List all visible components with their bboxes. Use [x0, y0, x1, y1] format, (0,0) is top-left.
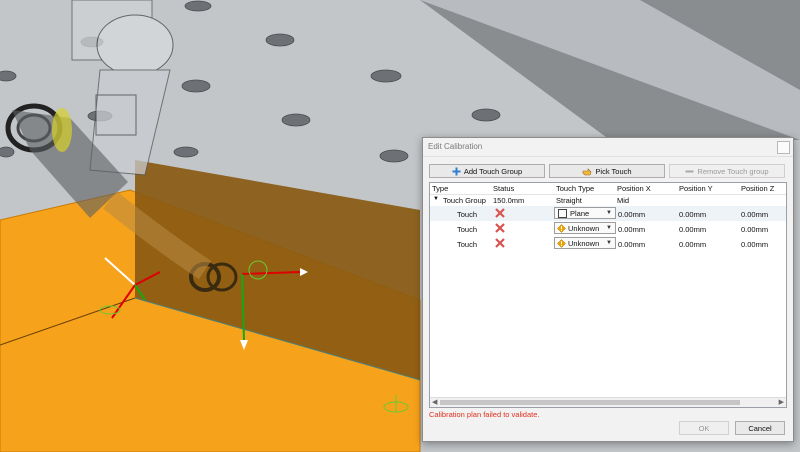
group-type: Touch Group — [443, 196, 486, 205]
add-touch-group-button[interactable]: Add Touch Group — [429, 164, 545, 178]
ok-button[interactable]: OK — [679, 421, 729, 435]
pick-touch-label: Pick Touch — [595, 166, 632, 176]
position-x-value: 0.00mm — [618, 210, 646, 219]
remove-touch-group-button[interactable]: Remove Touch group — [669, 164, 785, 178]
scroll-left-icon[interactable]: ◀ — [432, 398, 437, 406]
cancel-button[interactable]: Cancel — [735, 421, 785, 435]
column-header-status[interactable]: Status — [493, 184, 514, 193]
collapse-arrow-icon[interactable]: ▼ — [433, 196, 439, 202]
position-x-value: 0.00mm — [618, 240, 646, 249]
close-button[interactable] — [777, 141, 790, 154]
warning-diamond-icon — [557, 238, 566, 248]
plane-icon — [558, 208, 567, 218]
touch-type-dropdown[interactable]: Unknown ▼ — [554, 237, 616, 249]
column-header-type[interactable]: Type — [432, 184, 448, 193]
column-header-position-z[interactable]: Position Z — [741, 184, 774, 193]
touch-type-value: Unknown — [568, 238, 600, 248]
minus-icon — [685, 167, 694, 176]
dialog-title: Edit Calibration — [428, 142, 483, 151]
pick-touch-button[interactable]: Pick Touch — [549, 164, 665, 178]
touch-group-row[interactable]: ▼ Touch Group 150.0mm Straight Mid — [430, 195, 786, 206]
position-z-value: 0.00mm — [741, 210, 769, 219]
table-header: Type Status Touch Type Position X Positi… — [430, 183, 786, 195]
chevron-down-icon: ▼ — [606, 240, 612, 246]
plus-icon — [452, 167, 461, 176]
touch-type-dropdown[interactable]: Unknown ▼ — [554, 222, 616, 234]
calibration-table[interactable]: Type Status Touch Type Position X Positi… — [429, 182, 787, 408]
position-z-value: 0.00mm — [741, 240, 769, 249]
touch-type-value: Plane — [570, 208, 590, 218]
position-y-value: 0.00mm — [679, 225, 707, 234]
touch-type-value: Unknown — [568, 223, 600, 233]
dialog-titlebar[interactable]: Edit Calibration — [423, 138, 793, 157]
position-y-value: 0.00mm — [679, 240, 707, 249]
fail-x-icon — [495, 223, 505, 235]
edit-calibration-dialog: Edit Calibration Add Touch Group Pick To… — [422, 137, 794, 442]
touch-row[interactable]: Touch Unknown ▼ 0.00mm 0.00mm 0.00mm — [430, 236, 786, 251]
touch-type-dropdown[interactable]: Plane ▼ — [554, 207, 616, 219]
group-touch-type: Straight — [556, 196, 582, 205]
pointing-hand-icon — [582, 167, 592, 176]
add-touch-group-label: Add Touch Group — [463, 166, 523, 176]
validation-error-message: Calibration plan failed to validate. — [429, 410, 540, 419]
warning-diamond-icon — [557, 223, 566, 233]
column-header-position-x[interactable]: Position X — [617, 184, 651, 193]
group-position-x: Mid — [617, 196, 630, 205]
chevron-down-icon: ▼ — [606, 225, 612, 231]
position-z-value: 0.00mm — [741, 225, 769, 234]
chevron-down-icon: ▼ — [606, 210, 612, 216]
touch-type-label: Touch — [457, 240, 478, 249]
column-header-position-y[interactable]: Position Y — [679, 184, 713, 193]
touch-type-label: Touch — [457, 210, 478, 219]
fail-x-icon — [495, 238, 505, 250]
horizontal-scrollbar[interactable]: ◀ ▶ — [430, 397, 786, 407]
touch-row[interactable]: Touch Unknown ▼ 0.00mm 0.00mm 0.00mm — [430, 221, 786, 236]
position-x-value: 0.00mm — [618, 225, 646, 234]
remove-touch-group-label: Remove Touch group — [697, 166, 769, 176]
column-header-touch-type[interactable]: Touch Type — [556, 184, 594, 193]
touch-row[interactable]: Touch Plane ▼ 0.00mm 0.00mm 0.00mm — [430, 206, 786, 221]
fail-x-icon — [495, 208, 505, 220]
scroll-right-icon[interactable]: ▶ — [779, 398, 784, 406]
group-status: 150.0mm — [493, 196, 525, 205]
touch-type-label: Touch — [457, 225, 478, 234]
position-y-value: 0.00mm — [679, 210, 707, 219]
scrollbar-thumb[interactable] — [440, 400, 740, 405]
